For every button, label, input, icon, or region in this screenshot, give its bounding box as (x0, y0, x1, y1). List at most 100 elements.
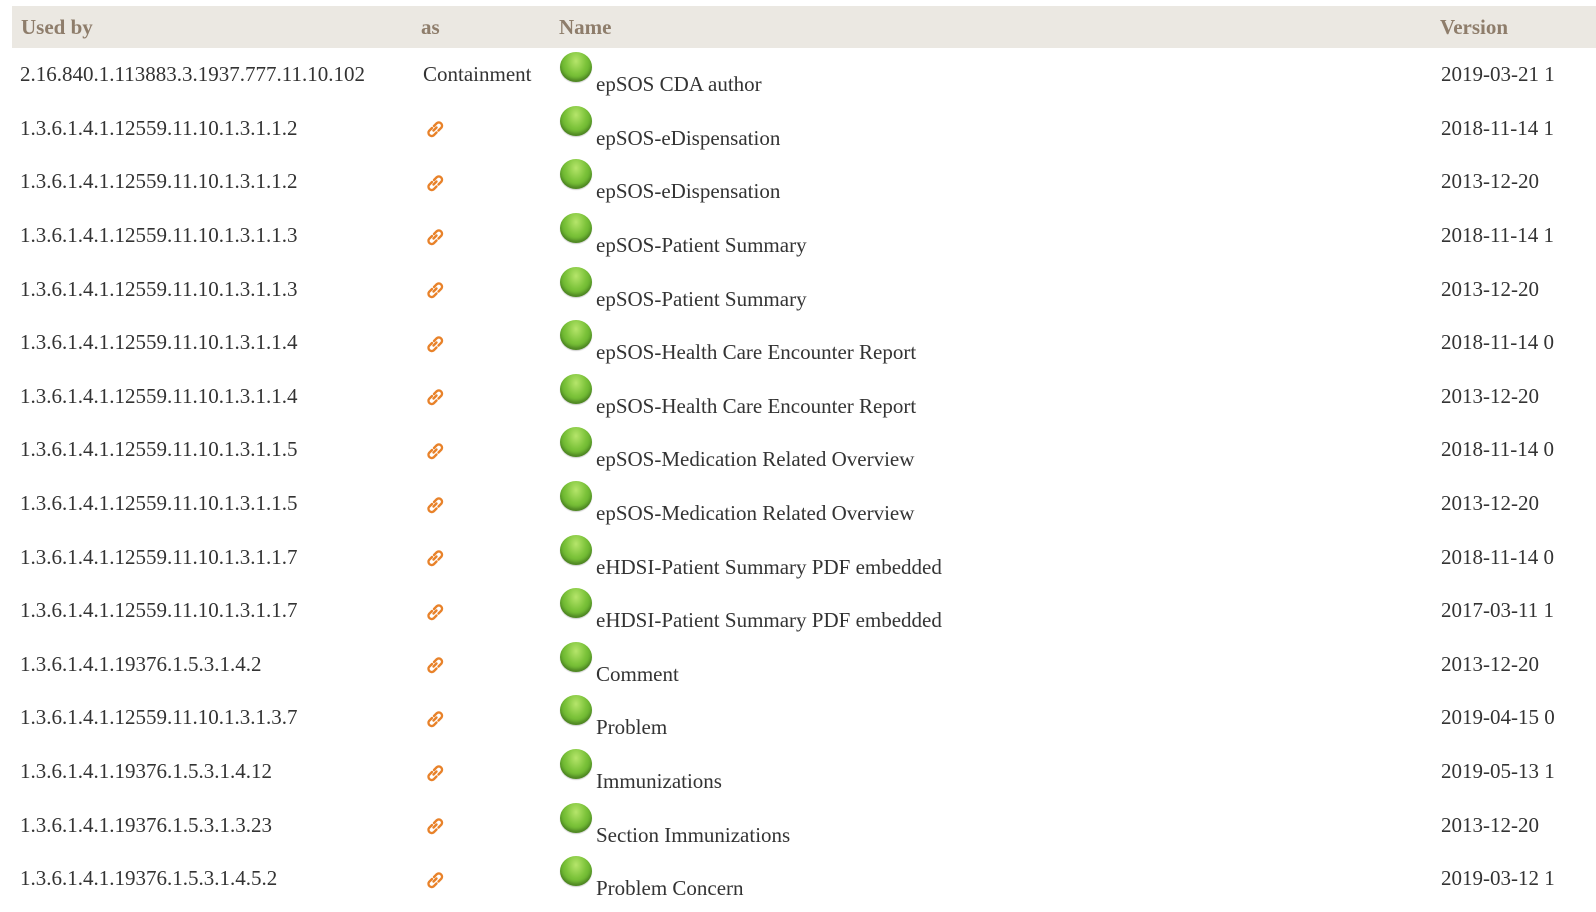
used-by-link[interactable]: 1.3.6.1.4.1.12559.11.10.1.3.1.1.5 (20, 437, 297, 461)
link-icon[interactable] (423, 332, 447, 356)
used-by-link[interactable]: 1.3.6.1.4.1.12559.11.10.1.3.1.1.7 (20, 545, 297, 569)
table-row: 1.3.6.1.4.1.19376.1.5.3.1.4.5.2 Problem … (12, 852, 1596, 906)
link-icon[interactable] (423, 439, 447, 463)
used-by-link[interactable]: 1.3.6.1.4.1.12559.11.10.1.3.1.3.7 (20, 705, 297, 729)
name-cell: Problem Concern (550, 852, 1431, 906)
version-label: 2019-03-21 1 (1441, 62, 1555, 87)
template-name-link[interactable]: epSOS CDA author (596, 74, 762, 95)
version-label: 2013-12-20 (1441, 651, 1539, 676)
table-row: 1.3.6.1.4.1.12559.11.10.1.3.1.1.3 epSOS-… (12, 209, 1596, 263)
version-label: 2013-12-20 (1441, 491, 1539, 516)
table-body: 2.16.840.1.113883.3.1937.777.11.10.102 C… (12, 48, 1596, 906)
column-header-version[interactable]: Version (1431, 6, 1596, 48)
template-name-link[interactable]: Problem Concern (596, 878, 744, 899)
link-icon[interactable] (423, 493, 447, 517)
version-cell: 2013-12-20 (1431, 798, 1596, 852)
name-wrap: epSOS-Health Care Encounter Report (560, 373, 916, 418)
used-by-link[interactable]: 1.3.6.1.4.1.19376.1.5.3.1.3.23 (20, 813, 272, 837)
template-name-link[interactable]: Immunizations (596, 771, 722, 792)
active-status-icon (560, 159, 592, 190)
table-row: 1.3.6.1.4.1.12559.11.10.1.3.1.3.7 Proble… (12, 691, 1596, 745)
version-label: 2017-03-11 1 (1441, 598, 1554, 623)
name-wrap: epSOS CDA author (560, 52, 762, 96)
table-row: 1.3.6.1.4.1.12559.11.10.1.3.1.1.5 epSOS-… (12, 423, 1596, 477)
table-row: 1.3.6.1.4.1.19376.1.5.3.1.3.23 Section I… (12, 798, 1596, 852)
table-row: 1.3.6.1.4.1.19376.1.5.3.1.4.12 Immunizat… (12, 745, 1596, 799)
column-header-used-by[interactable]: Used by (12, 6, 412, 48)
used-by-link[interactable]: 1.3.6.1.4.1.12559.11.10.1.3.1.1.7 (20, 598, 297, 622)
version-label: 2013-12-20 (1441, 812, 1539, 837)
name-cell: epSOS-Medication Related Overview (550, 477, 1431, 531)
used-by-link[interactable]: 1.3.6.1.4.1.12559.11.10.1.3.1.1.3 (20, 223, 297, 247)
name-wrap: epSOS-Medication Related Overview (560, 427, 914, 471)
template-name-link[interactable]: epSOS-Patient Summary (596, 288, 807, 310)
used-by-link[interactable]: 1.3.6.1.4.1.12559.11.10.1.3.1.1.4 (20, 384, 297, 408)
link-icon[interactable] (423, 546, 447, 570)
column-header-name[interactable]: Name (550, 6, 1431, 48)
template-name-link[interactable]: epSOS-Health Care Encounter Report (596, 395, 916, 417)
template-name-link[interactable]: eHDSI-Patient Summary PDF embedded (596, 610, 942, 631)
used-by-cell: 1.3.6.1.4.1.12559.11.10.1.3.1.3.7 (12, 691, 412, 745)
used-by-link[interactable]: 1.3.6.1.4.1.19376.1.5.3.1.4.12 (20, 759, 272, 783)
used-by-cell: 1.3.6.1.4.1.19376.1.5.3.1.4.2 (12, 638, 412, 692)
name-cell: epSOS-eDispensation (550, 155, 1431, 209)
template-name-link[interactable]: Problem (596, 717, 667, 738)
version-cell: 2018-11-14 0 (1431, 316, 1596, 370)
used-by-link[interactable]: 1.3.6.1.4.1.12559.11.10.1.3.1.1.3 (20, 277, 297, 301)
active-status-icon (560, 695, 592, 726)
link-icon[interactable] (423, 171, 447, 195)
column-header-as[interactable]: as (412, 6, 550, 48)
as-cell (412, 209, 550, 263)
used-by-link[interactable]: 2.16.840.1.113883.3.1937.777.11.10.102 (20, 62, 365, 86)
table-row: 1.3.6.1.4.1.12559.11.10.1.3.1.1.3 epSOS-… (12, 262, 1596, 316)
version-cell: 2019-03-12 1 (1431, 852, 1596, 906)
active-status-icon (560, 588, 592, 619)
template-name-link[interactable]: epSOS-eDispensation (596, 181, 780, 202)
used-by-link[interactable]: 1.3.6.1.4.1.12559.11.10.1.3.1.1.2 (20, 169, 297, 193)
used-by-cell: 1.3.6.1.4.1.19376.1.5.3.1.4.5.2 (12, 852, 412, 906)
name-wrap: eHDSI-Patient Summary PDF embedded (560, 534, 942, 579)
link-icon[interactable] (423, 117, 447, 141)
link-icon[interactable] (423, 278, 447, 302)
active-status-icon (560, 52, 592, 83)
version-label: 2018-11-14 0 (1441, 330, 1554, 355)
name-cell: epSOS-Medication Related Overview (550, 423, 1431, 477)
link-icon[interactable] (423, 385, 447, 409)
template-name-link[interactable]: epSOS-Medication Related Overview (596, 503, 914, 524)
as-cell (412, 155, 550, 209)
as-cell (412, 370, 550, 424)
link-icon[interactable] (423, 868, 447, 892)
used-by-link[interactable]: 1.3.6.1.4.1.19376.1.5.3.1.4.2 (20, 652, 262, 676)
as-cell: Containment (412, 48, 550, 102)
used-by-cell: 1.3.6.1.4.1.12559.11.10.1.3.1.1.2 (12, 102, 412, 156)
link-icon[interactable] (423, 600, 447, 624)
name-cell: eHDSI-Patient Summary PDF embedded (550, 530, 1431, 584)
table-row: 1.3.6.1.4.1.19376.1.5.3.1.4.2 Comment 20… (12, 638, 1596, 692)
template-name-link[interactable]: epSOS-Health Care Encounter Report (596, 342, 916, 363)
link-icon[interactable] (423, 761, 447, 785)
as-cell (412, 638, 550, 692)
table-row: 1.3.6.1.4.1.12559.11.10.1.3.1.1.4 epSOS-… (12, 316, 1596, 370)
link-icon[interactable] (423, 814, 447, 838)
name-cell: epSOS-Patient Summary (550, 209, 1431, 263)
name-wrap: Problem Concern (560, 856, 744, 900)
name-wrap: epSOS-eDispensation (560, 105, 780, 150)
active-status-icon (560, 266, 592, 297)
template-name-link[interactable]: epSOS-Patient Summary (596, 235, 807, 256)
used-by-link[interactable]: 1.3.6.1.4.1.12559.11.10.1.3.1.1.2 (20, 116, 297, 140)
used-by-link[interactable]: 1.3.6.1.4.1.19376.1.5.3.1.4.5.2 (20, 866, 277, 890)
used-by-link[interactable]: 1.3.6.1.4.1.12559.11.10.1.3.1.1.4 (20, 330, 297, 354)
name-wrap: Problem (560, 695, 667, 739)
used-by-link[interactable]: 1.3.6.1.4.1.12559.11.10.1.3.1.1.5 (20, 491, 297, 515)
link-icon[interactable] (423, 225, 447, 249)
template-name-link[interactable]: eHDSI-Patient Summary PDF embedded (596, 556, 942, 578)
template-name-link[interactable]: epSOS-Medication Related Overview (596, 449, 914, 470)
template-name-link[interactable]: Comment (596, 663, 679, 685)
active-status-icon (560, 641, 592, 672)
as-cell (412, 852, 550, 906)
link-icon[interactable] (423, 653, 447, 677)
template-name-link[interactable]: Section Immunizations (596, 824, 790, 846)
link-icon[interactable] (423, 707, 447, 731)
template-name-link[interactable]: epSOS-eDispensation (596, 127, 780, 149)
active-status-icon (560, 213, 592, 244)
